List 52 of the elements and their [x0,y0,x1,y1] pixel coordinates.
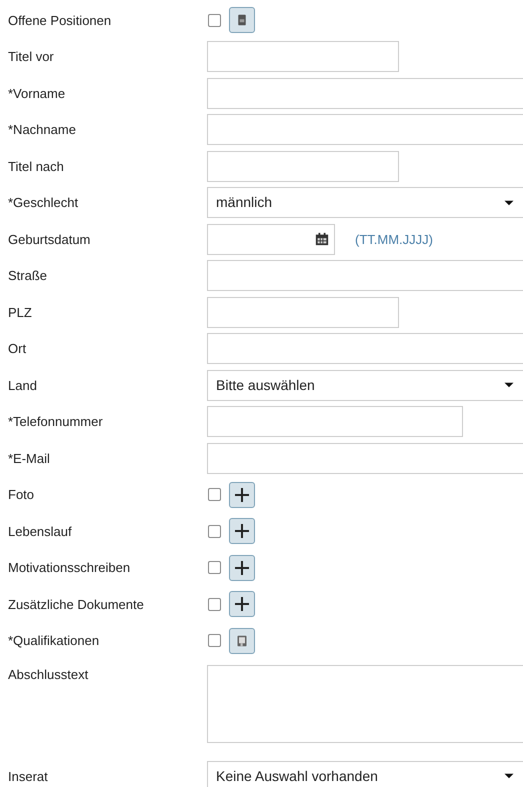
field-label: PLZ [8,304,33,322]
input-field[interactable] [207,296,399,328]
input-field[interactable] [207,442,523,474]
plus-icon [234,486,250,503]
plus-icon [234,596,250,612]
select-field[interactable]: Keine Auswahl vorhanden [207,760,523,787]
checkbox[interactable] [208,524,221,538]
select-field[interactable]: Bitte auswählen [207,370,523,401]
field-label: Abschlusstext [8,666,90,684]
add-button[interactable] [229,482,255,508]
calendar-icon [315,232,329,246]
checkbox[interactable] [208,488,221,502]
field-label: Straße [8,267,48,285]
input-field[interactable] [207,406,463,438]
field-label: *E-Mail [8,450,51,468]
field-label: Ort [8,340,28,358]
checkbox[interactable] [208,634,221,648]
field-label: Inserat [8,768,49,786]
document-icon [236,13,248,28]
plus-icon [234,523,250,540]
field-label: *Qualifikationen [8,632,100,650]
field-label: *Vorname [8,84,66,102]
field-label: Lebenslauf [8,522,73,540]
select-field[interactable]: männlich [207,187,523,218]
document-button[interactable] [229,628,255,654]
field-label: Titel nach [8,158,65,176]
date-format-hint: (TT.MM.JJJJ) [355,230,433,249]
field-label: Motivationsschreiben [8,559,132,577]
input-field[interactable] [207,78,523,109]
field-label: Land [8,376,38,394]
add-button[interactable] [229,591,255,618]
field-label: Titel vor [8,48,55,66]
input-field[interactable] [207,114,523,146]
field-label: Offene Positionen [8,12,112,30]
add-button[interactable] [229,554,255,581]
document-button[interactable] [229,7,255,34]
field-label: *Nachname [8,121,77,139]
checkbox[interactable] [208,561,221,574]
input-field[interactable] [207,150,399,182]
input-field[interactable] [207,333,523,364]
field-label: *Geschlecht [8,194,80,212]
field-label: Geburtsdatum [8,230,92,248]
plus-icon [234,560,250,576]
field-label: Foto [8,486,36,504]
add-button[interactable] [229,518,255,544]
input-field[interactable] [207,41,399,72]
checkbox[interactable] [208,598,221,611]
checkbox[interactable] [208,14,221,27]
field-label: *Telefonnummer [8,413,104,431]
field-label: Zusätzliche Dokumente [8,596,145,614]
date-field[interactable] [207,224,335,255]
input-field[interactable] [207,260,523,292]
